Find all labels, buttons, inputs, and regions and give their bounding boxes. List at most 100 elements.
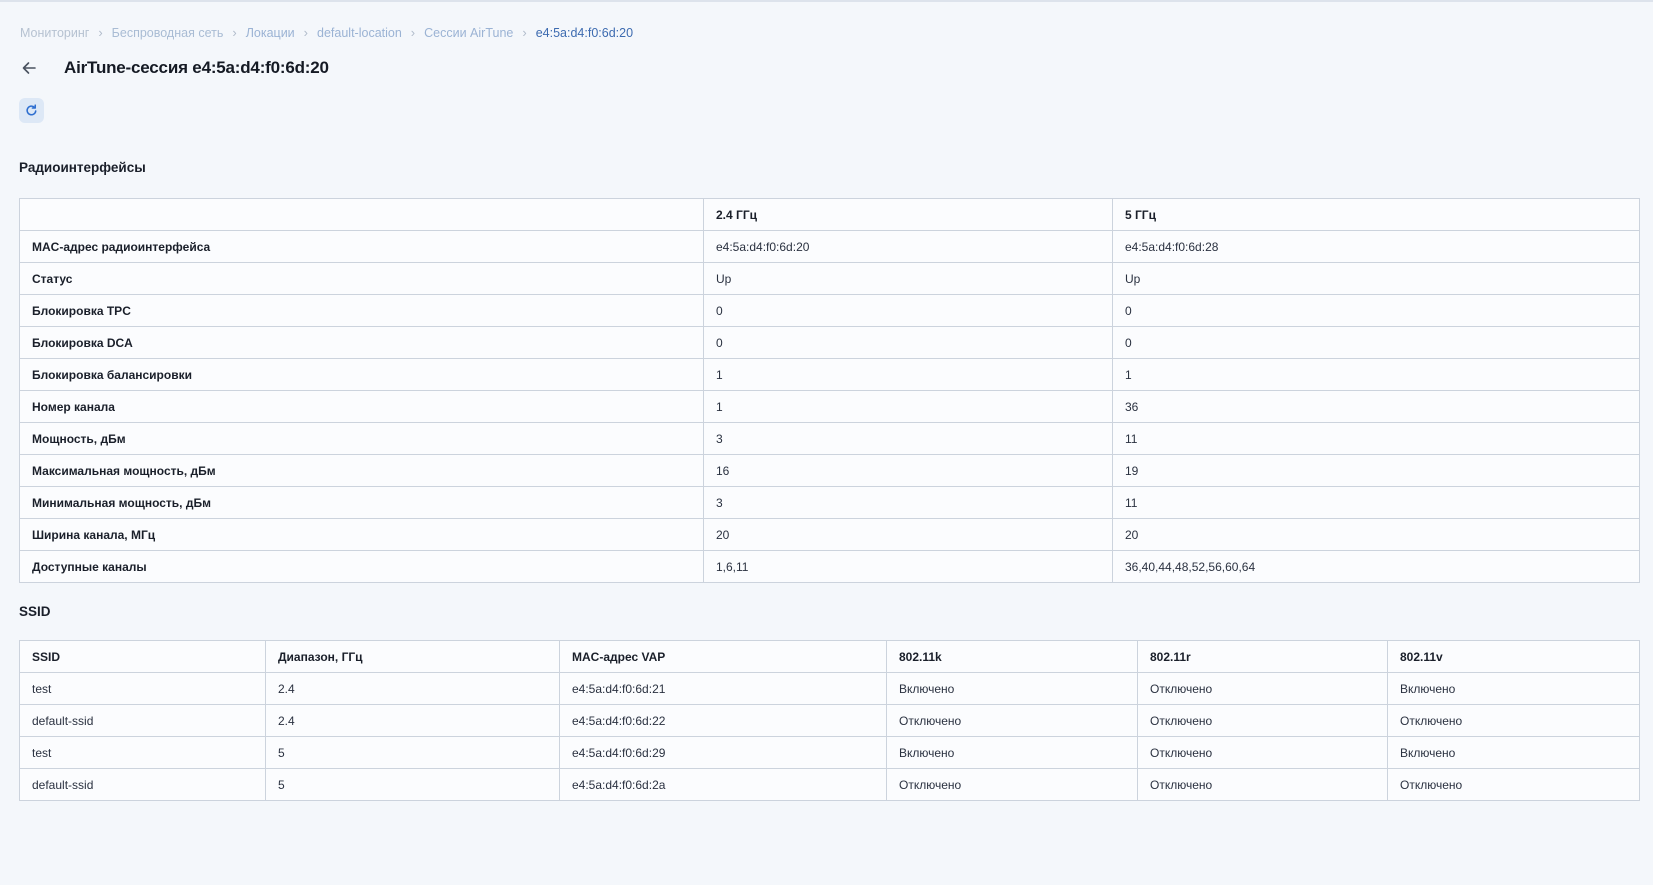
table-row: Блокировка TPC 0 0 <box>19 294 1640 327</box>
cell-value: 0 <box>1112 326 1640 359</box>
arrow-left-icon <box>22 62 36 74</box>
80211r-cell: Отключено <box>1137 704 1388 737</box>
80211k-cell: Отключено <box>886 704 1138 737</box>
row-label: MAC-адрес радиоинтерфейса <box>19 230 704 263</box>
radio-interfaces-table: 2.4 ГГц 5 ГГц MAC-адрес радиоинтерфейса … <box>19 198 1640 583</box>
table-row: Ширина канала, МГц 20 20 <box>19 518 1640 551</box>
80211v-cell: Включено <box>1387 736 1640 769</box>
cell-value: 19 <box>1112 454 1640 487</box>
row-label: Статус <box>19 262 704 295</box>
band-cell: 5 <box>265 736 560 769</box>
breadcrumb-item-location[interactable]: default-location <box>317 26 402 40</box>
vap-mac-cell: e4:5a:d4:f0:6d:29 <box>559 736 887 769</box>
cell-value: 1 <box>703 390 1113 423</box>
ssid-table: SSID Диапазон, ГГц MAC-адрес VAP 802.11k… <box>19 640 1640 801</box>
80211k-cell: Включено <box>886 672 1138 705</box>
cell-value: 1 <box>1112 358 1640 391</box>
ssid-section-title: SSID <box>19 604 51 619</box>
breadcrumb-item-wireless[interactable]: Беспроводная сеть <box>112 26 224 40</box>
table-row: test 2.4 e4:5a:d4:f0:6d:21 Включено Откл… <box>19 672 1640 705</box>
table-row: default-ssid 2.4 e4:5a:d4:f0:6d:22 Отклю… <box>19 704 1640 737</box>
breadcrumb-item-sessions[interactable]: Сессии AirTune <box>424 26 513 40</box>
cell-value: 1,6,11 <box>703 550 1113 583</box>
cell-value: 20 <box>1112 518 1640 551</box>
cell-value: 1 <box>703 358 1113 391</box>
column-header-band: Диапазон, ГГц <box>265 640 560 673</box>
column-header-24ghz: 2.4 ГГц <box>703 198 1113 231</box>
page-title: AirTune-сессия e4:5a:d4:f0:6d:20 <box>64 58 329 77</box>
cell-value: 0 <box>1112 294 1640 327</box>
table-row: Статус Up Up <box>19 262 1640 295</box>
80211r-cell: Отключено <box>1137 736 1388 769</box>
cell-value: 36,40,44,48,52,56,60,64 <box>1112 550 1640 583</box>
column-header-80211r: 802.11r <box>1137 640 1388 673</box>
chevron-right-icon: › <box>232 25 237 40</box>
breadcrumb-item-monitoring[interactable]: Мониторинг <box>20 26 89 40</box>
refresh-button[interactable] <box>19 98 44 123</box>
table-header-row: SSID Диапазон, ГГц MAC-адрес VAP 802.11k… <box>19 640 1640 673</box>
chevron-right-icon: › <box>303 25 309 40</box>
table-row: Номер канала 1 36 <box>19 390 1640 423</box>
cell-value: 0 <box>703 294 1113 327</box>
row-label: Блокировка TPC <box>19 294 704 327</box>
cell-value: e4:5a:d4:f0:6d:28 <box>1112 230 1640 263</box>
row-label: Мощность, дБм <box>19 422 704 455</box>
ssid-cell: test <box>19 736 266 769</box>
row-label: Доступные каналы <box>19 550 704 583</box>
table-row: test 5 e4:5a:d4:f0:6d:29 Включено Отключ… <box>19 736 1640 769</box>
cell-value: 3 <box>703 422 1113 455</box>
80211v-cell: Отключено <box>1387 768 1640 801</box>
cell-value: Up <box>1112 262 1640 295</box>
table-row: Доступные каналы 1,6,11 36,40,44,48,52,5… <box>19 550 1640 583</box>
breadcrumb-item-current: e4:5a:d4:f0:6d:20 <box>535 25 634 40</box>
80211r-cell: Отключено <box>1137 672 1388 705</box>
cell-value: 0 <box>703 326 1113 359</box>
table-header-row: 2.4 ГГц 5 ГГц <box>19 198 1640 231</box>
breadcrumb-item-locations[interactable]: Локации <box>246 26 295 40</box>
ssid-cell: default-ssid <box>19 768 266 801</box>
page-header: AirTune-сессия e4:5a:d4:f0:6d:20 <box>16 55 329 81</box>
back-button[interactable] <box>16 55 42 81</box>
row-label: Максимальная мощность, дБм <box>19 454 704 487</box>
chevron-right-icon: › <box>522 25 527 40</box>
band-cell: 2.4 <box>265 672 560 705</box>
row-label: Минимальная мощность, дБм <box>19 486 704 519</box>
refresh-icon <box>26 104 37 116</box>
table-row: MAC-адрес радиоинтерфейса e4:5a:d4:f0:6d… <box>19 230 1640 263</box>
vap-mac-cell: e4:5a:d4:f0:6d:2a <box>559 768 887 801</box>
cell-value: 36 <box>1112 390 1640 423</box>
ssid-cell: test <box>19 672 266 705</box>
chevron-right-icon: › <box>410 25 416 40</box>
row-label: Блокировка DCA <box>19 326 704 359</box>
table-row: Блокировка DCA 0 0 <box>19 326 1640 359</box>
vap-mac-cell: e4:5a:d4:f0:6d:22 <box>559 704 887 737</box>
cell-value: 3 <box>703 486 1113 519</box>
column-header-80211k: 802.11k <box>886 640 1138 673</box>
row-label: Блокировка балансировки <box>19 358 704 391</box>
table-row: Максимальная мощность, дБм 16 19 <box>19 454 1640 487</box>
column-header-vap-mac: MAC-адрес VAP <box>559 640 887 673</box>
80211v-cell: Отключено <box>1387 704 1640 737</box>
radio-section-title: Радиоинтерфейсы <box>19 160 146 175</box>
table-row: Блокировка балансировки 1 1 <box>19 358 1640 391</box>
chevron-right-icon: › <box>98 25 103 40</box>
column-header-5ghz: 5 ГГц <box>1112 198 1640 231</box>
80211v-cell: Включено <box>1387 672 1640 705</box>
cell-value: 16 <box>703 454 1113 487</box>
cell-value: 20 <box>703 518 1113 551</box>
table-row: Минимальная мощность, дБм 3 11 <box>19 486 1640 519</box>
80211r-cell: Отключено <box>1137 768 1388 801</box>
table-row: Мощность, дБм 3 11 <box>19 422 1640 455</box>
cell-value: e4:5a:d4:f0:6d:20 <box>703 230 1113 263</box>
row-label: Ширина канала, МГц <box>19 518 704 551</box>
row-label: Номер канала <box>19 390 704 423</box>
column-header-80211v: 802.11v <box>1387 640 1640 673</box>
80211k-cell: Отключено <box>886 768 1138 801</box>
column-header <box>19 198 704 231</box>
band-cell: 5 <box>265 768 560 801</box>
band-cell: 2.4 <box>265 704 560 737</box>
cell-value: Up <box>703 262 1113 295</box>
ssid-cell: default-ssid <box>19 704 266 737</box>
breadcrumb: Мониторинг › Беспроводная сеть › Локации… <box>20 25 633 40</box>
cell-value: 11 <box>1112 486 1640 519</box>
